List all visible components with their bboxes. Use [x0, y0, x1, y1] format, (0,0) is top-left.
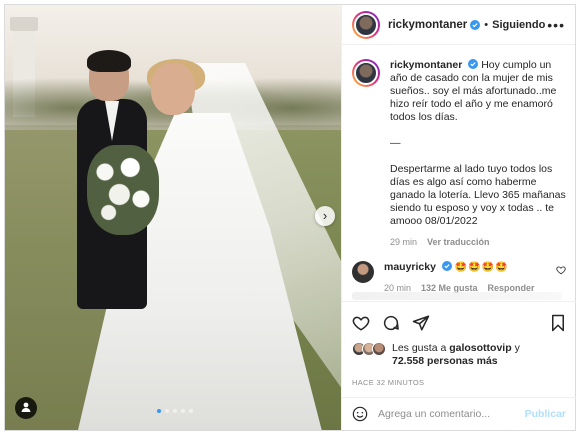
caption-avatar[interactable]: [352, 59, 380, 87]
liker-avatars: [352, 342, 388, 356]
avatar-image: [354, 12, 378, 37]
bride-head: [151, 63, 195, 115]
likes-count[interactable]: 72.558 personas más: [392, 355, 498, 367]
likes-connector: y: [514, 342, 520, 354]
comment-body: mauyricky 🤩🤩🤩🤩 20 min 132 Me gusta Respo…: [384, 261, 535, 295]
carousel-dots: [157, 409, 193, 413]
bookmark-icon[interactable]: [550, 314, 566, 332]
likes-summary: Les gusta a galosottovip y 72.558 person…: [352, 342, 566, 368]
comment-input[interactable]: [378, 408, 518, 420]
instagram-post-modal: › rickymontaner • Siguiendo ••• rickymon…: [4, 4, 576, 431]
caption: rickymontaner Hoy cumplo un año de casad…: [352, 59, 566, 249]
post-timestamp[interactable]: HACE 32 MINUTOS: [352, 378, 566, 387]
verified-icon: [468, 59, 479, 69]
comments-section: rickymontaner Hoy cumplo un año de casad…: [342, 45, 576, 300]
action-icons: [352, 310, 566, 336]
avatar[interactable]: [352, 10, 380, 39]
carousel-dot: [189, 409, 193, 413]
header-username[interactable]: rickymontaner: [388, 19, 467, 31]
photo-bouquet: [87, 145, 159, 235]
caption-body: rickymontaner Hoy cumplo un año de casad…: [390, 59, 566, 249]
more-comments-fade: [352, 292, 562, 300]
carousel-dot: [165, 409, 169, 413]
comment-username[interactable]: mauyricky: [384, 261, 436, 273]
verified-icon: [441, 261, 452, 271]
post-header: rickymontaner • Siguiendo •••: [342, 5, 575, 45]
chevron-right-icon[interactable]: ›: [315, 206, 335, 226]
separator-dot: •: [484, 18, 489, 31]
liker-avatar: [372, 342, 386, 356]
caption-username[interactable]: rickymontaner: [390, 59, 462, 71]
likes-text: Les gusta a galosottovip y 72.558 person…: [392, 342, 520, 368]
post-photo[interactable]: ›: [5, 5, 341, 430]
heart-icon[interactable]: [352, 314, 370, 332]
user-tag-icon[interactable]: [15, 397, 37, 419]
more-icon[interactable]: •••: [547, 17, 565, 33]
liker-username[interactable]: galosottovip: [449, 342, 511, 354]
following-button[interactable]: Siguiendo: [492, 19, 545, 31]
likes-prefix: Les gusta a: [392, 342, 447, 354]
photo-bride: [75, 59, 341, 430]
comment-text: 🤩🤩🤩🤩: [454, 262, 509, 273]
caption-text: Hoy cumplo un año de casado con la mujer…: [390, 59, 566, 227]
groom-hair: [87, 50, 131, 72]
post-actions: Les gusta a galosottovip y 72.558 person…: [342, 301, 576, 387]
share-icon[interactable]: [412, 314, 430, 332]
carousel-dot-active: [157, 409, 161, 413]
publish-button[interactable]: Publicar: [525, 408, 566, 420]
add-comment-bar: Publicar: [342, 397, 576, 430]
smile-icon[interactable]: [352, 406, 368, 422]
caption-time[interactable]: 29 min: [390, 236, 417, 249]
carousel-dot: [173, 409, 177, 413]
avatar-image: [352, 261, 374, 283]
translate-link[interactable]: Ver traducción: [427, 236, 490, 249]
carousel-dot: [181, 409, 185, 413]
comment-item: mauyricky 🤩🤩🤩🤩 20 min 132 Me gusta Respo…: [352, 261, 566, 295]
avatar-image: [354, 61, 378, 85]
comment-icon[interactable]: [382, 314, 400, 332]
post-side-panel: rickymontaner • Siguiendo ••• rickymonta…: [341, 5, 576, 430]
comment-avatar[interactable]: [352, 261, 374, 283]
comment-heart-icon[interactable]: [556, 265, 566, 275]
caption-meta: 29 min Ver traducción: [390, 236, 566, 249]
verified-icon: [470, 19, 481, 30]
